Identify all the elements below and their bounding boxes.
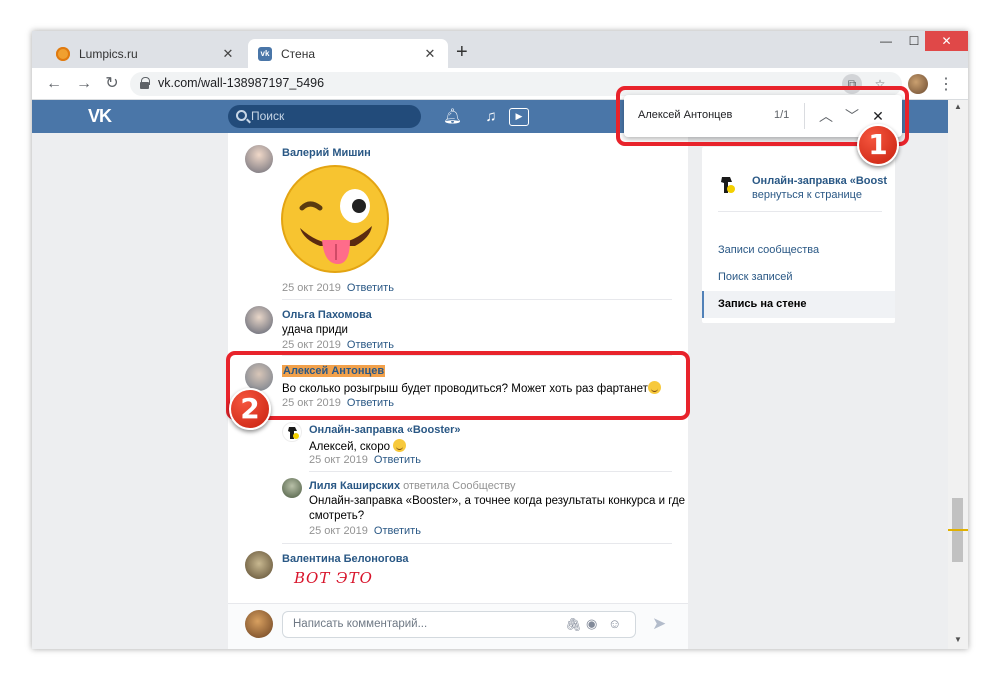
group-name[interactable]: Онлайн-заправка «Boost bbox=[752, 175, 887, 187]
comment-meta: 25 окт 2019 Ответить bbox=[309, 454, 421, 466]
comment-header: Лиля Каширских ответила Сообществу bbox=[309, 480, 515, 492]
reply-link[interactable]: Ответить bbox=[347, 282, 394, 294]
tab-lumpics[interactable]: Lumpics.ru ✕ bbox=[46, 39, 246, 68]
vk-favicon-icon: vk bbox=[258, 46, 272, 61]
replied-to-text[interactable]: ответила Сообществу bbox=[403, 480, 515, 492]
avatar[interactable] bbox=[245, 610, 273, 638]
play-icon[interactable]: ▶ bbox=[509, 108, 529, 126]
avatar[interactable] bbox=[245, 306, 273, 334]
comment-input[interactable]: Написать комментарий... bbox=[282, 611, 636, 638]
attach-icon[interactable]: 🖇︎ bbox=[565, 617, 582, 633]
comment-meta: 25 окт 2019 Ответить bbox=[309, 525, 421, 537]
booster-logo-icon[interactable] bbox=[716, 173, 738, 197]
sidebar-item-search-posts[interactable]: Поиск записей bbox=[702, 264, 895, 291]
reply-link[interactable]: Ответить bbox=[347, 339, 394, 351]
back-to-page-link[interactable]: вернуться к странице bbox=[752, 189, 862, 201]
comment-text: смотреть? bbox=[309, 510, 365, 522]
forward-arrow-icon[interactable]: → bbox=[74, 74, 94, 94]
profile-avatar[interactable] bbox=[908, 74, 928, 94]
page-scrollbar[interactable]: ▲ ▼ bbox=[948, 100, 968, 649]
comment-author[interactable]: Лиля Каширских bbox=[309, 480, 400, 492]
back-arrow-icon[interactable]: ← bbox=[44, 74, 64, 94]
comment-text-body: Алексей, скоро bbox=[309, 441, 390, 453]
reload-icon[interactable]: ↻ bbox=[102, 74, 122, 94]
winking-tongue-emoji-sticker bbox=[281, 165, 389, 273]
sidebar-item-wall-post[interactable]: Запись на стене bbox=[702, 291, 895, 318]
bell-icon[interactable]: 🔔︎ bbox=[443, 108, 462, 126]
booster-logo-icon bbox=[288, 427, 299, 439]
annotation-box-comment bbox=[226, 351, 690, 420]
comment-author[interactable]: Валентина Белоногова bbox=[282, 553, 408, 565]
vk-search-input[interactable]: Поиск bbox=[228, 105, 421, 128]
comment-date: 25 окт 2019 bbox=[309, 525, 368, 537]
annotation-badge-1: 1 bbox=[857, 124, 899, 166]
comment-meta: 25 окт 2019 Ответить bbox=[282, 339, 394, 351]
new-tab-plus-icon[interactable]: + bbox=[456, 42, 468, 62]
sidebar-item-community-posts[interactable]: Записи сообщества bbox=[702, 237, 895, 264]
divider bbox=[309, 471, 672, 472]
search-icon bbox=[236, 110, 247, 121]
lumpics-favicon-icon bbox=[56, 46, 70, 61]
smirk-emoji-icon bbox=[393, 439, 407, 452]
search-placeholder: Поиск bbox=[251, 109, 285, 123]
divider bbox=[718, 211, 882, 212]
handwritten-sticker: ВОТ ЭТО bbox=[294, 569, 373, 587]
close-tab-icon[interactable]: ✕ bbox=[220, 46, 236, 62]
divider bbox=[282, 543, 672, 544]
tab-wall[interactable]: vk Стена ✕ bbox=[248, 39, 448, 68]
close-tab-icon[interactable]: ✕ bbox=[422, 46, 438, 62]
avatar[interactable] bbox=[245, 145, 273, 173]
comment-author[interactable]: Ольга Пахомова bbox=[282, 309, 372, 321]
comment-date: 25 окт 2019 bbox=[282, 339, 341, 351]
scroll-down-icon[interactable]: ▼ bbox=[948, 635, 968, 644]
comment-text: Алексей, скоро bbox=[309, 439, 407, 453]
comment-date: 25 окт 2019 bbox=[309, 454, 368, 466]
browser-menu-icon[interactable]: ⋮ bbox=[938, 74, 954, 94]
comment-text: удача приди bbox=[282, 324, 348, 336]
annotation-badge-2: 2 bbox=[229, 388, 271, 430]
comment-text: Онлайн-заправка «Booster», а точнее когд… bbox=[309, 495, 686, 507]
tab-title: Lumpics.ru bbox=[79, 46, 138, 61]
comment-author[interactable]: Онлайн-заправка «Booster» bbox=[309, 424, 461, 436]
camera-icon[interactable]: ◉ bbox=[586, 616, 597, 632]
tab-strip: Lumpics.ru ✕ vk Стена ✕ + — ☐ ✕ bbox=[32, 31, 968, 68]
comment-author[interactable]: Валерий Мишин bbox=[282, 147, 371, 159]
reply-link[interactable]: Ответить bbox=[374, 525, 421, 537]
reply-link[interactable]: Ответить bbox=[374, 454, 421, 466]
send-icon[interactable]: ➤ bbox=[652, 614, 666, 634]
lock-icon[interactable] bbox=[140, 77, 150, 89]
divider bbox=[282, 299, 672, 300]
avatar[interactable] bbox=[282, 478, 302, 498]
comment-meta: 25 окт 2019 Ответить bbox=[282, 282, 394, 294]
vk-logo[interactable]: VK bbox=[88, 106, 112, 127]
minimize-icon[interactable]: — bbox=[872, 31, 900, 51]
right-sidebar: Онлайн-заправка «Boost вернуться к стран… bbox=[702, 147, 895, 323]
comment-input-area: Написать комментарий... 🖇︎ ◉ ☺ ➤ bbox=[228, 603, 688, 649]
url-text: vk.com/wall-138987197_5496 bbox=[158, 76, 325, 90]
scroll-up-icon[interactable]: ▲ bbox=[948, 102, 968, 111]
music-note-icon[interactable]: ♫ bbox=[482, 108, 500, 126]
emoji-icon[interactable]: ☺ bbox=[608, 616, 621, 631]
window-close-icon[interactable]: ✕ bbox=[925, 31, 968, 51]
comment-date: 25 окт 2019 bbox=[282, 282, 341, 294]
tab-title: Стена bbox=[281, 46, 316, 61]
find-match-marker bbox=[948, 529, 968, 531]
avatar[interactable] bbox=[282, 422, 302, 442]
maximize-icon[interactable]: ☐ bbox=[900, 31, 928, 51]
browser-window: Lumpics.ru ✕ vk Стена ✕ + — ☐ ✕ ← → ↻ vk… bbox=[32, 31, 968, 649]
avatar[interactable] bbox=[245, 551, 273, 579]
